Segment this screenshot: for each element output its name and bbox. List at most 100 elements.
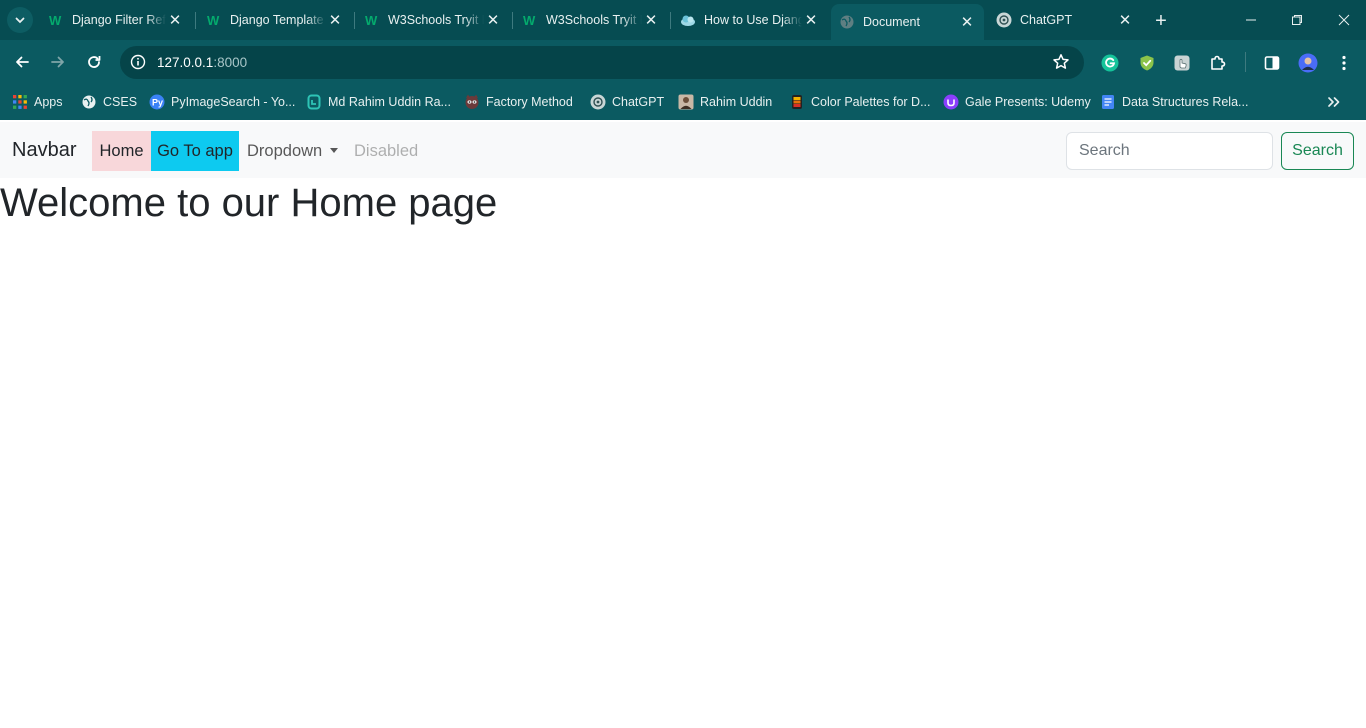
bookmark-pyimagesearch[interactable]: Py PyImageSearch - Yo... [149,92,295,112]
tab-separator [670,12,671,29]
w3schools-icon: W [522,12,538,28]
chatgpt-icon [996,12,1012,28]
new-tab-button[interactable]: + [1150,10,1172,32]
more-vertical-icon [1342,55,1346,71]
udemy-icon [943,94,959,110]
tab-title: Django Filter Reference [72,13,166,27]
bookmark-label: PyImageSearch - Yo... [171,95,296,109]
bookmark-data-structures[interactable]: Data Structures Rela... [1100,92,1248,112]
reload-icon [88,56,101,68]
globe-icon [839,14,855,30]
navbar: Navbar Home Go To app Dropdown Disabled … [0,122,1366,178]
avatar-icon [1298,53,1318,73]
cloud-icon [680,12,696,28]
side-panel-button[interactable] [1262,53,1282,73]
tab-strip: W Django Filter Reference ✕ W Django Tem… [0,0,1366,40]
nav-dropdown-label: Dropdown [247,142,323,160]
nav-link-go-to-app[interactable]: Go To app [151,131,239,171]
reload-button[interactable] [82,50,106,74]
puzzle-icon [1211,55,1226,70]
extensions-button[interactable] [1208,53,1228,73]
bookmark-label: CSES [103,95,138,109]
grammarly-icon [1101,54,1119,72]
browser-tab[interactable]: W W3Schools Tryit Editor ✕ [356,6,510,34]
bookmark-label: Color Palettes for D... [811,95,931,109]
forward-button[interactable] [46,50,70,74]
url-text: 127.0.0.1:8000 [157,55,247,70]
bookmark-label: ChatGPT [612,95,665,109]
grammarly-extension-button[interactable] [1100,53,1120,73]
arrow-left-icon [16,56,29,68]
palette-icon [789,94,805,110]
restore-button[interactable] [1284,8,1310,32]
leetcode-icon [306,94,322,110]
close-icon[interactable]: ✕ [642,11,660,29]
tab-search-button[interactable] [7,7,33,33]
search-button[interactable]: Search [1281,132,1354,170]
arrow-right-icon [51,56,64,68]
google-docs-icon [1100,94,1116,110]
browser-tab[interactable]: ChatGPT ✕ [988,6,1142,34]
chatgpt-icon [590,94,606,110]
tab-title: How to Use Django [704,13,802,27]
bookmark-label: Rahim Uddin [700,95,773,109]
tab-separator [354,12,355,29]
browser-tab[interactable]: How to Use Django ✕ [672,6,828,34]
caret-down-icon [330,148,339,153]
close-icon[interactable]: ✕ [326,11,344,29]
tab-separator [195,12,196,29]
apps-grid-icon [12,94,28,110]
side-panel-icon [1264,56,1280,70]
url-port: :8000 [213,55,248,70]
nav-dropdown[interactable]: Dropdown [247,131,339,171]
page-viewport: Navbar Home Go To app Dropdown Disabled … [0,120,1366,728]
site-info-icon[interactable] [130,54,146,70]
chevron-down-icon [15,17,25,24]
browser-tab[interactable]: W W3Schools Tryit Editor ✕ [514,6,668,34]
hand-extension-button[interactable] [1172,53,1192,73]
more-bookmarks-button[interactable] [1322,90,1346,114]
tab-title: Django Template Tags [230,13,326,27]
bookmark-cses[interactable]: CSES [81,92,137,112]
svg-text:W: W [49,13,62,28]
bookmark-star-icon[interactable] [1052,53,1070,71]
close-window-button[interactable] [1331,8,1357,32]
browser-tab-active[interactable]: Document ✕ [831,4,984,40]
profile-button[interactable] [1298,53,1318,73]
url-host: 127.0.0.1 [157,55,214,70]
close-icon[interactable]: ✕ [958,13,976,31]
tab-separator [512,12,513,29]
close-icon[interactable]: ✕ [1116,11,1134,29]
bookmark-label: Apps [34,95,63,109]
back-button[interactable] [10,50,34,74]
menu-button[interactable] [1334,53,1354,73]
tab-title: Document [863,15,920,29]
svg-text:Py: Py [152,98,163,108]
browser-tab[interactable]: W Django Filter Reference ✕ [40,6,192,34]
w3schools-icon: W [48,12,64,28]
tab-title: ChatGPT [1020,13,1073,27]
minimize-button[interactable] [1238,8,1264,32]
bookmark-leetcode[interactable]: Md Rahim Uddin Ra... [306,92,451,112]
shield-extension-button[interactable] [1137,53,1157,73]
bookmark-label: Md Rahim Uddin Ra... [328,95,451,109]
close-icon[interactable]: ✕ [166,11,184,29]
bookmark-apps[interactable]: Apps [12,92,63,112]
bookmark-udemy[interactable]: Gale Presents: Udemy [943,92,1091,112]
svg-text:W: W [523,13,536,28]
navbar-brand[interactable]: Navbar [12,139,76,162]
browser-tab[interactable]: W Django Template Tags ✕ [198,6,352,34]
bookmark-color-palettes[interactable]: Color Palettes for D... [789,92,931,112]
bookmark-factory-method[interactable]: Factory Method [464,92,573,112]
profile-photo-icon [678,94,694,110]
close-icon[interactable]: ✕ [802,11,820,29]
close-icon[interactable]: ✕ [484,11,502,29]
nav-link-home[interactable]: Home [92,131,151,171]
address-bar[interactable]: 127.0.0.1:8000 [120,46,1084,79]
search-input[interactable] [1066,132,1273,170]
toolbar-divider [1245,52,1246,72]
bookmark-rahim-uddin[interactable]: Rahim Uddin [678,92,772,112]
globe-icon [81,94,97,110]
minimize-icon [1246,19,1256,21]
bookmark-chatgpt[interactable]: ChatGPT [590,92,664,112]
